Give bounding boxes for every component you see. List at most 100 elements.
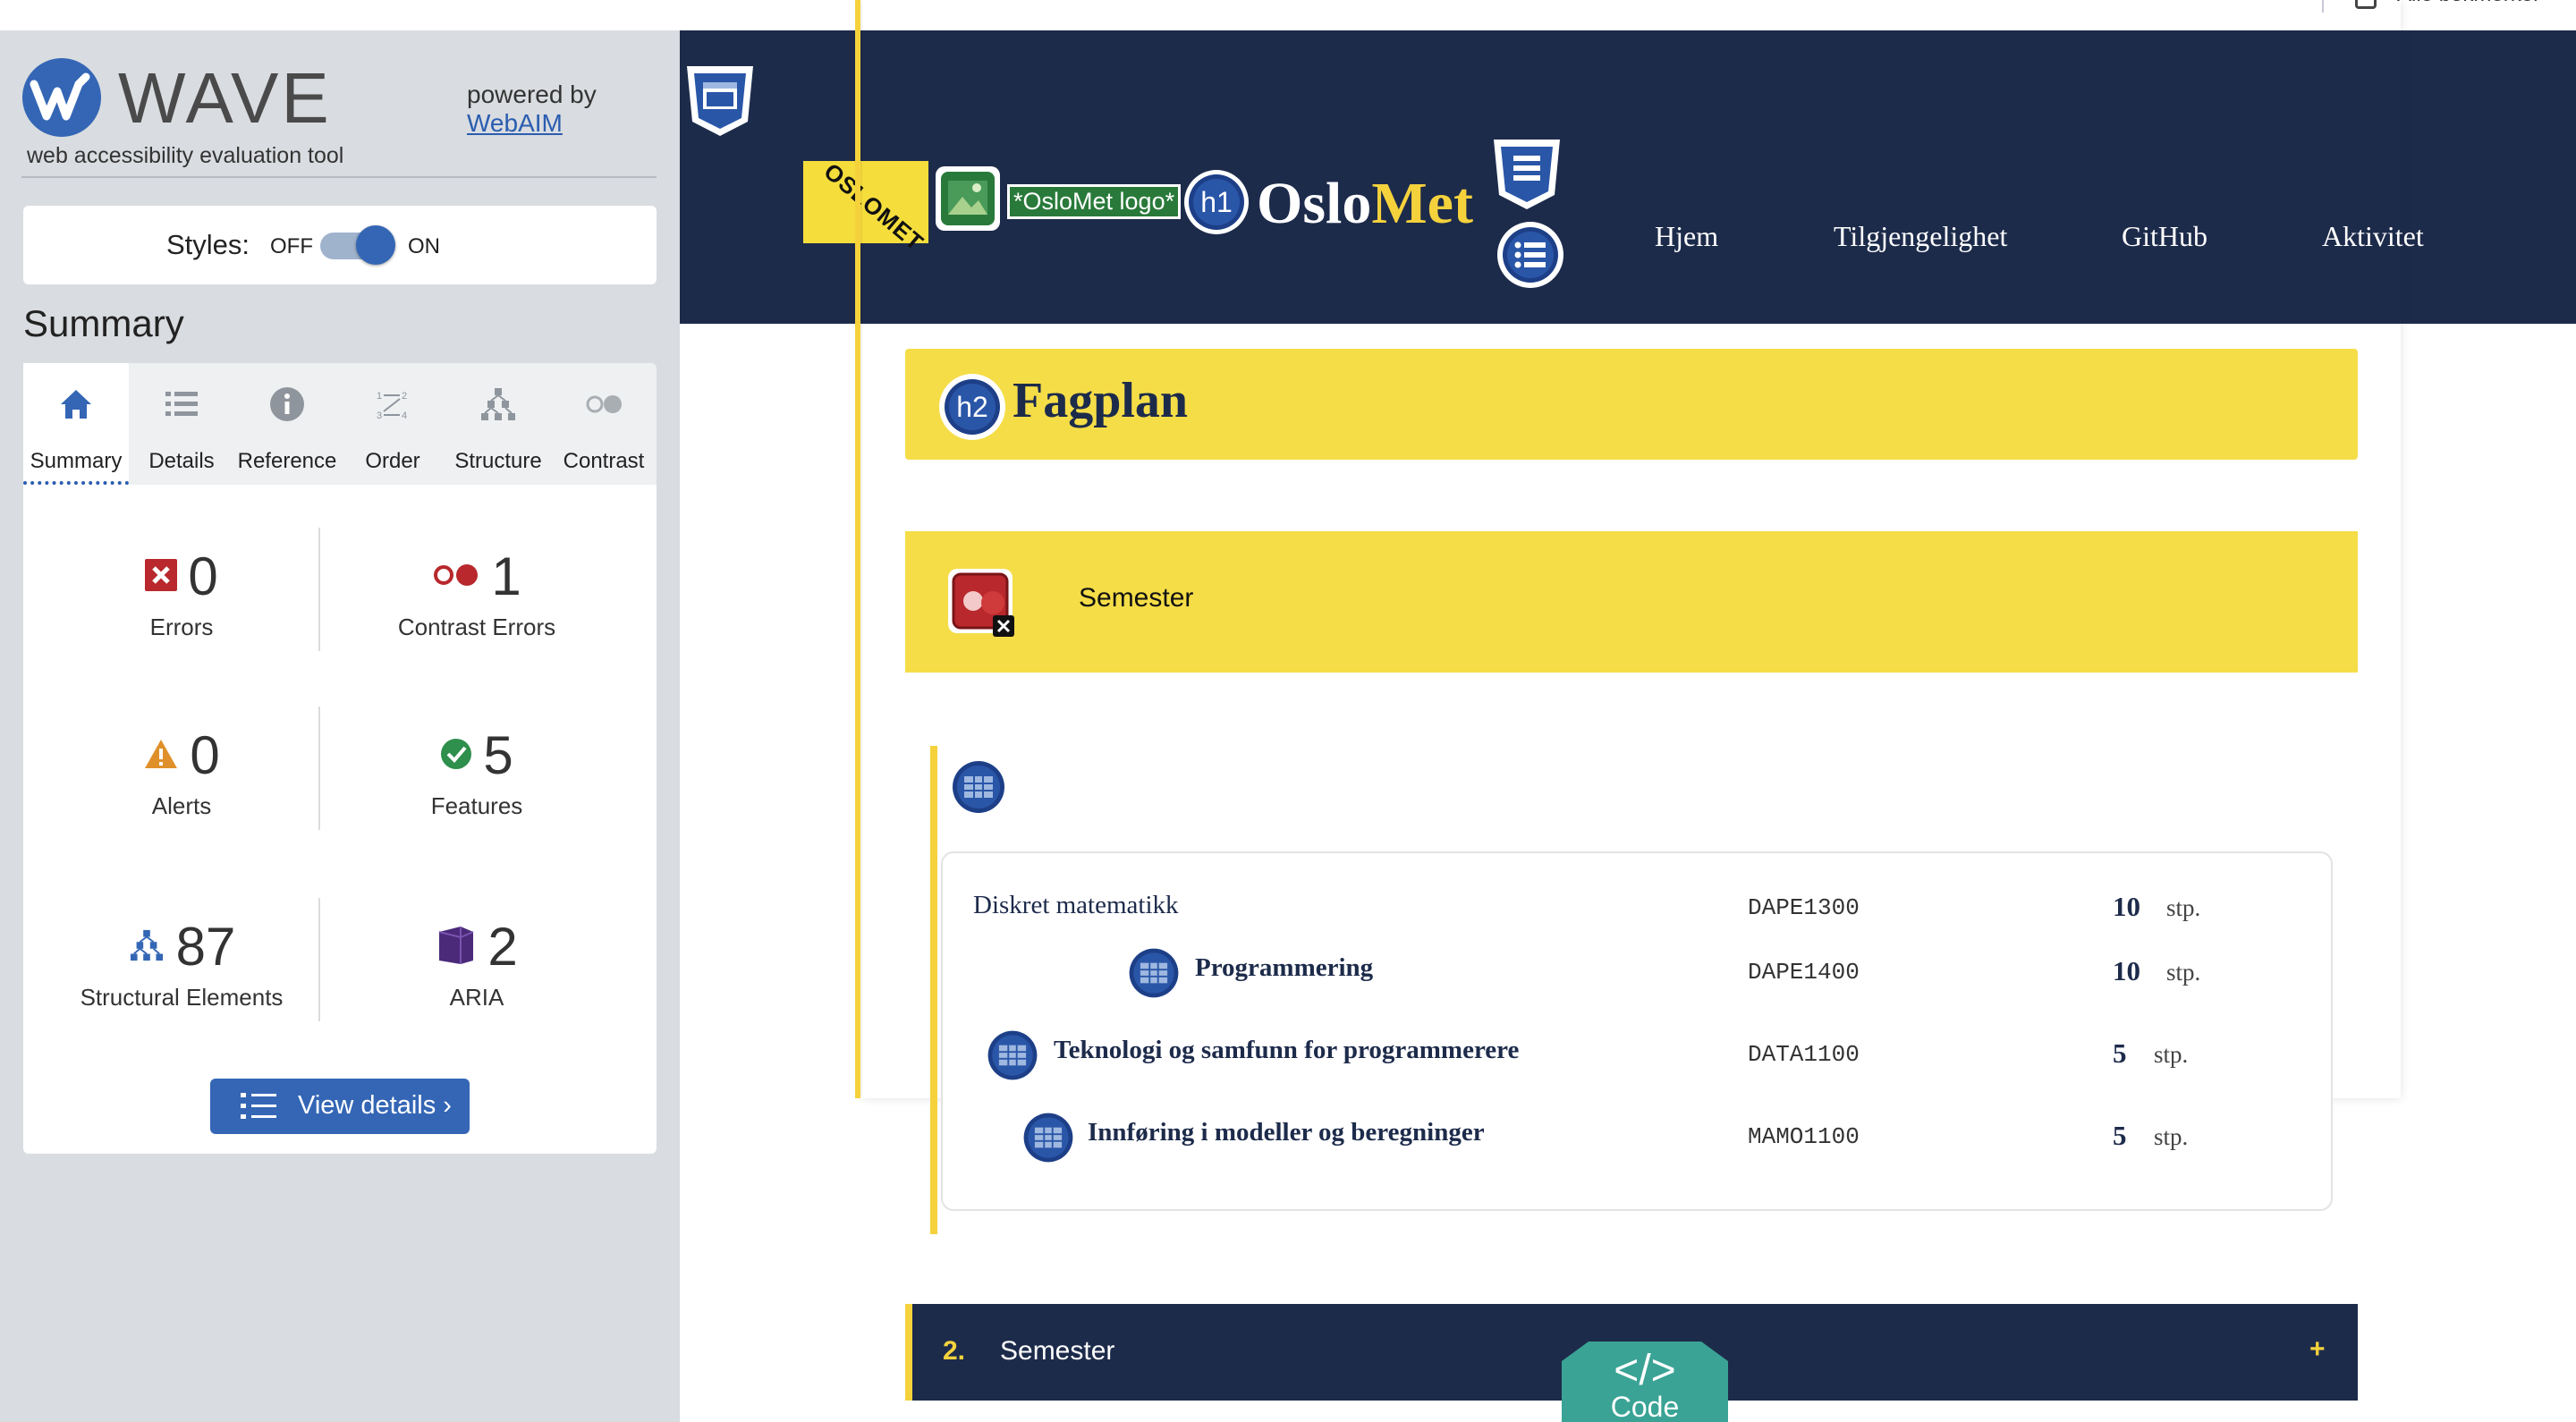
stat-contrast-errors[interactable]: 1 Contrast Errors [329, 546, 624, 641]
stat-structural[interactable]: 87 Structural Elements [34, 916, 329, 1011]
tab-summary[interactable]: Summary [23, 363, 129, 485]
tab-details[interactable]: Details [129, 363, 234, 485]
h2-text: h2 [956, 391, 988, 423]
svg-text:1: 1 [377, 391, 382, 402]
course-unit: stp. [2154, 1123, 2189, 1150]
structure-icon [130, 930, 163, 961]
contrast-icon [586, 395, 622, 413]
view-details-button[interactable]: View details › [210, 1079, 470, 1134]
course-code: DAPE1300 [1748, 894, 1860, 921]
course-points: 10 [2113, 955, 2140, 986]
accent-bar [905, 1304, 912, 1401]
header-region-icon[interactable] [682, 63, 758, 140]
structural-count: 87 [175, 917, 236, 977]
course-code: DATA1100 [1748, 1041, 1860, 1068]
alerts-label: Alerts [151, 792, 212, 819]
alerts-count: 0 [190, 725, 220, 785]
expand-plus-icon[interactable]: + [2309, 1334, 2326, 1365]
course-table: Diskret matematikk DAPE1300 10 stp. Prog… [941, 851, 2333, 1211]
h2-badge-icon[interactable]: h2 [937, 372, 1007, 442]
errors-label: Errors [149, 614, 214, 640]
stat-aria[interactable]: 2 ARIA [329, 916, 624, 1011]
content-left-border [855, 0, 860, 1098]
semester-2-number: 2. [943, 1336, 966, 1366]
course-unit: stp. [2166, 959, 2201, 986]
course-unit: stp. [2154, 1041, 2189, 1068]
sidebar-divider [21, 176, 657, 178]
wave-tabs: Summary Details Reference 1 2 3 4 Order [23, 363, 657, 485]
course-points: 5 [2113, 1120, 2127, 1151]
course-unit: stp. [2166, 894, 2201, 921]
list-icon [241, 1093, 276, 1119]
svg-text:4: 4 [402, 411, 407, 421]
code-glyph: </> [1614, 1347, 1675, 1394]
tab-contrast[interactable]: Contrast [551, 363, 657, 485]
tab-reference[interactable]: Reference [234, 363, 340, 485]
contrast-error-icon [434, 564, 479, 587]
list-icon [165, 392, 198, 416]
tab-order[interactable]: 1 2 3 4 Order [340, 363, 445, 485]
course-code: MAMO1100 [1748, 1123, 1860, 1150]
aria-label: ARIA [449, 984, 504, 1011]
aria-count: 2 [487, 917, 518, 977]
styles-toggle-panel: Styles: OFF ON [23, 206, 657, 284]
table-icon[interactable] [1018, 1107, 1079, 1168]
svg-text:2: 2 [402, 391, 407, 402]
contrast-errors-label: Contrast Errors [397, 614, 556, 640]
all-bookmarks-link[interactable]: Alle bokmerker [2397, 0, 2540, 7]
view-details-label: View details › [298, 1091, 452, 1120]
table-left-border [930, 746, 937, 1234]
wave-sidebar: WAVE web accessibility evaluation tool p… [0, 30, 680, 1422]
summary-panel: 0 Errors 1 Contrast Errors 0 Alerts 5 Fe… [23, 485, 657, 1154]
toggle-knob [356, 225, 395, 265]
features-count: 5 [483, 725, 513, 785]
stat-errors[interactable]: 0 Errors [34, 546, 329, 641]
styles-label: Styles: [166, 229, 250, 260]
tab-label: Reference [237, 449, 337, 473]
course-name: Innføring i modeller og beregninger [1088, 1118, 1485, 1147]
table-icon[interactable] [1123, 943, 1184, 1003]
stat-features[interactable]: 5 Features [329, 724, 624, 820]
tab-label: Details [148, 449, 215, 473]
semester-1-label: Semester [1079, 583, 1194, 613]
course-points: 10 [2113, 891, 2140, 922]
order-icon: 1 2 3 4 [377, 391, 407, 421]
section-title: Fagplan [1013, 373, 1189, 428]
code-label: Code [1611, 1391, 1680, 1422]
structural-label: Structural Elements [80, 984, 284, 1011]
features-label: Features [430, 792, 523, 819]
tab-label: Structure [454, 449, 542, 473]
wave-code-tab[interactable]: </> Code [1562, 1342, 1728, 1422]
powered-by: powered by WebAIM [467, 80, 597, 138]
course-points: 5 [2113, 1037, 2127, 1069]
error-icon [145, 559, 178, 592]
styles-toggle-switch[interactable] [320, 225, 395, 265]
course-name: Teknologi og samfunn for programmerere [1054, 1036, 1520, 1064]
aria-cube-icon [439, 927, 474, 965]
styles-off-label: OFF [270, 234, 313, 258]
stat-alerts[interactable]: 0 Alerts [34, 724, 329, 820]
tab-label: Order [365, 449, 420, 473]
wave-subtitle: web accessibility evaluation tool [27, 143, 344, 168]
contrast-errors-count: 1 [491, 546, 521, 606]
contrast-error-badge-icon[interactable] [948, 569, 1014, 637]
course-name: Programmering [1195, 953, 1374, 982]
errors-count: 0 [188, 546, 218, 606]
feature-check-icon [441, 739, 472, 770]
wave-title: WAVE [118, 58, 332, 138]
fagplan-header: h2 Fagplan [905, 349, 2358, 460]
tab-label: Summary [30, 449, 123, 473]
table-icon[interactable] [982, 1025, 1043, 1086]
alert-icon [145, 740, 178, 769]
powered-by-text: powered by [467, 80, 597, 108]
webaim-link[interactable]: WebAIM [467, 109, 597, 138]
tab-label: Contrast [563, 449, 645, 473]
table-icon[interactable] [946, 755, 1011, 819]
summary-heading: Summary [23, 302, 184, 344]
tab-structure[interactable]: Structure [445, 363, 551, 485]
semester-1-accordion[interactable]: Semester [905, 531, 2358, 673]
structure-icon [481, 388, 515, 420]
svg-text:3: 3 [377, 411, 382, 421]
course-name: Diskret matematikk [973, 891, 1179, 919]
home-icon [61, 390, 91, 419]
